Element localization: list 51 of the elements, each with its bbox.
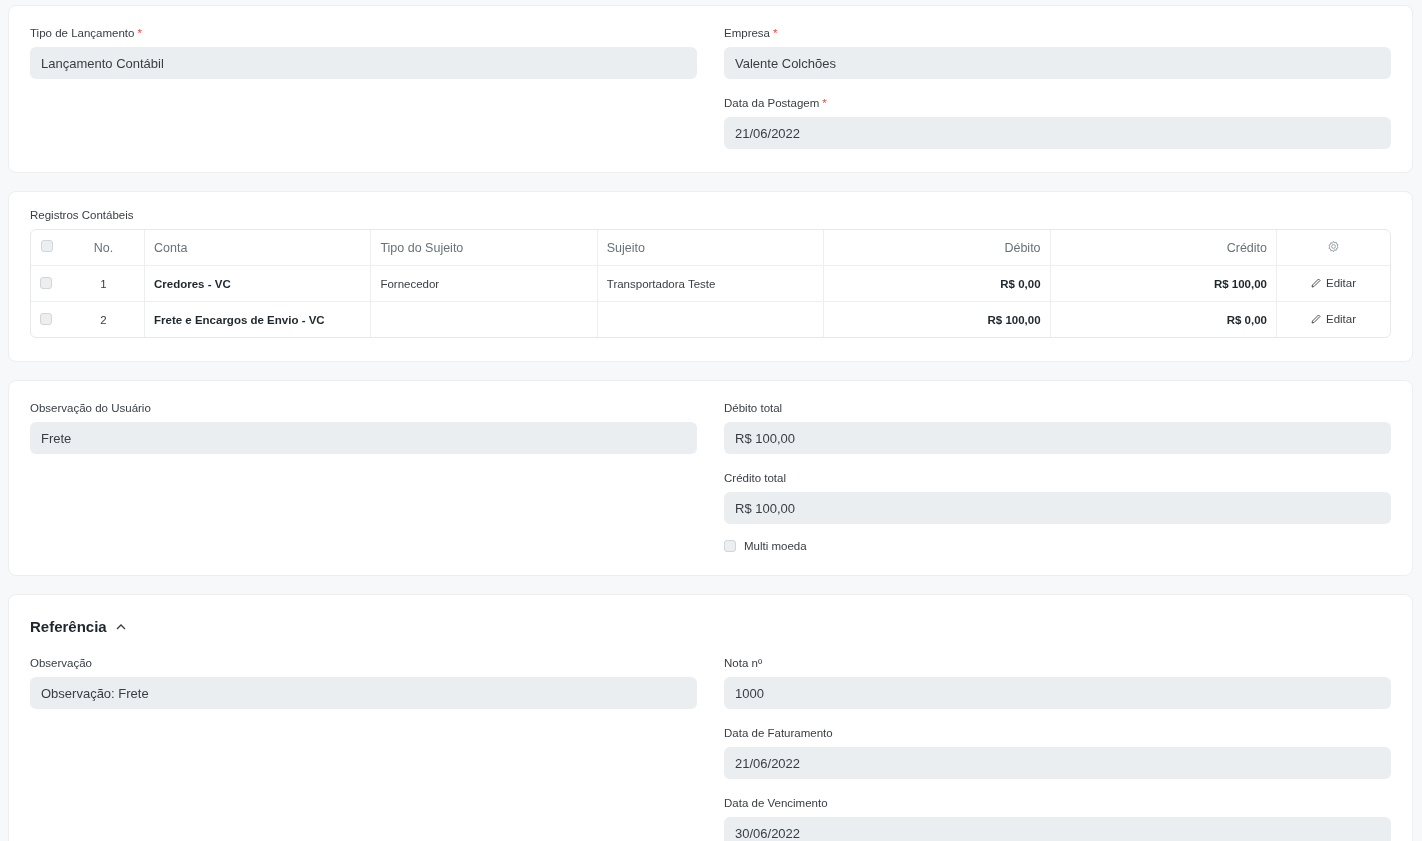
input-field[interactable]: R$ 100,00 bbox=[724, 492, 1391, 524]
required-mark: * bbox=[773, 27, 778, 39]
input-field[interactable]: Lançamento Contábil bbox=[30, 47, 697, 79]
field-label: Nota nº bbox=[724, 657, 763, 669]
field-label: Débito total bbox=[724, 402, 783, 414]
table-cell: Fornecedor bbox=[380, 277, 440, 290]
table-cell: Frete e Encargos de Envio - VC bbox=[154, 313, 325, 326]
field-label: Observação bbox=[30, 657, 92, 669]
table-title: Registros Contábeis bbox=[30, 209, 135, 221]
pencil-icon bbox=[1310, 314, 1321, 324]
table-cell: 1 bbox=[100, 277, 107, 290]
table-cell: R$ 0,00 bbox=[1226, 313, 1267, 326]
settings-icon[interactable] bbox=[1327, 239, 1340, 253]
table-cell: R$ 100,00 bbox=[987, 313, 1041, 326]
column-header: Crédito bbox=[1049, 230, 1276, 266]
field-label: Data da Postagem bbox=[724, 97, 820, 109]
input-field[interactable]: 21/06/2022 bbox=[724, 747, 1391, 779]
required-mark: * bbox=[137, 27, 142, 39]
checkbox[interactable] bbox=[724, 540, 736, 552]
field-label: Empresa bbox=[724, 27, 771, 39]
input-field[interactable]: 30/06/2022 bbox=[724, 817, 1391, 841]
column-header: No. bbox=[63, 230, 144, 266]
field-label: Data de Vencimento bbox=[724, 797, 828, 809]
field-label: Observação do Usuário bbox=[30, 402, 151, 414]
column-header: Tipo do Sujeito bbox=[370, 230, 597, 266]
table-cell: 2 bbox=[100, 313, 107, 326]
field-label: Tipo de Lançamento bbox=[30, 27, 135, 39]
input-field[interactable]: 1000 bbox=[724, 677, 1391, 709]
field-label: Crédito total bbox=[724, 472, 786, 484]
input-field[interactable]: Observação: Frete bbox=[30, 677, 697, 709]
table-cell: Transportadora Teste bbox=[606, 277, 716, 290]
input-field[interactable]: 21/06/2022 bbox=[724, 117, 1391, 149]
table-cell: R$ 0,00 bbox=[1000, 277, 1041, 290]
checkbox-label: Multi moeda bbox=[744, 540, 807, 552]
field-label: Data de Faturamento bbox=[724, 727, 833, 739]
table-cell: R$ 100,00 bbox=[1213, 277, 1267, 290]
section-heading: Referência bbox=[30, 618, 107, 635]
input-field[interactable]: R$ 100,00 bbox=[724, 422, 1391, 454]
input-field[interactable]: Frete bbox=[30, 422, 697, 454]
checkbox[interactable] bbox=[40, 312, 52, 325]
input-field[interactable]: Valente Colchões bbox=[724, 47, 1391, 79]
checkbox[interactable] bbox=[40, 276, 52, 289]
edit-button[interactable]: Editar bbox=[1310, 313, 1356, 325]
checkbox[interactable] bbox=[41, 240, 53, 252]
column-header: Débito bbox=[823, 230, 1050, 266]
column-header: Conta bbox=[144, 230, 371, 266]
edit-button[interactable]: Editar bbox=[1310, 277, 1356, 289]
table-cell: Credores - VC bbox=[154, 277, 231, 290]
column-header: Sujeito bbox=[596, 230, 824, 266]
required-mark: * bbox=[822, 97, 827, 109]
pencil-icon bbox=[1310, 278, 1321, 288]
